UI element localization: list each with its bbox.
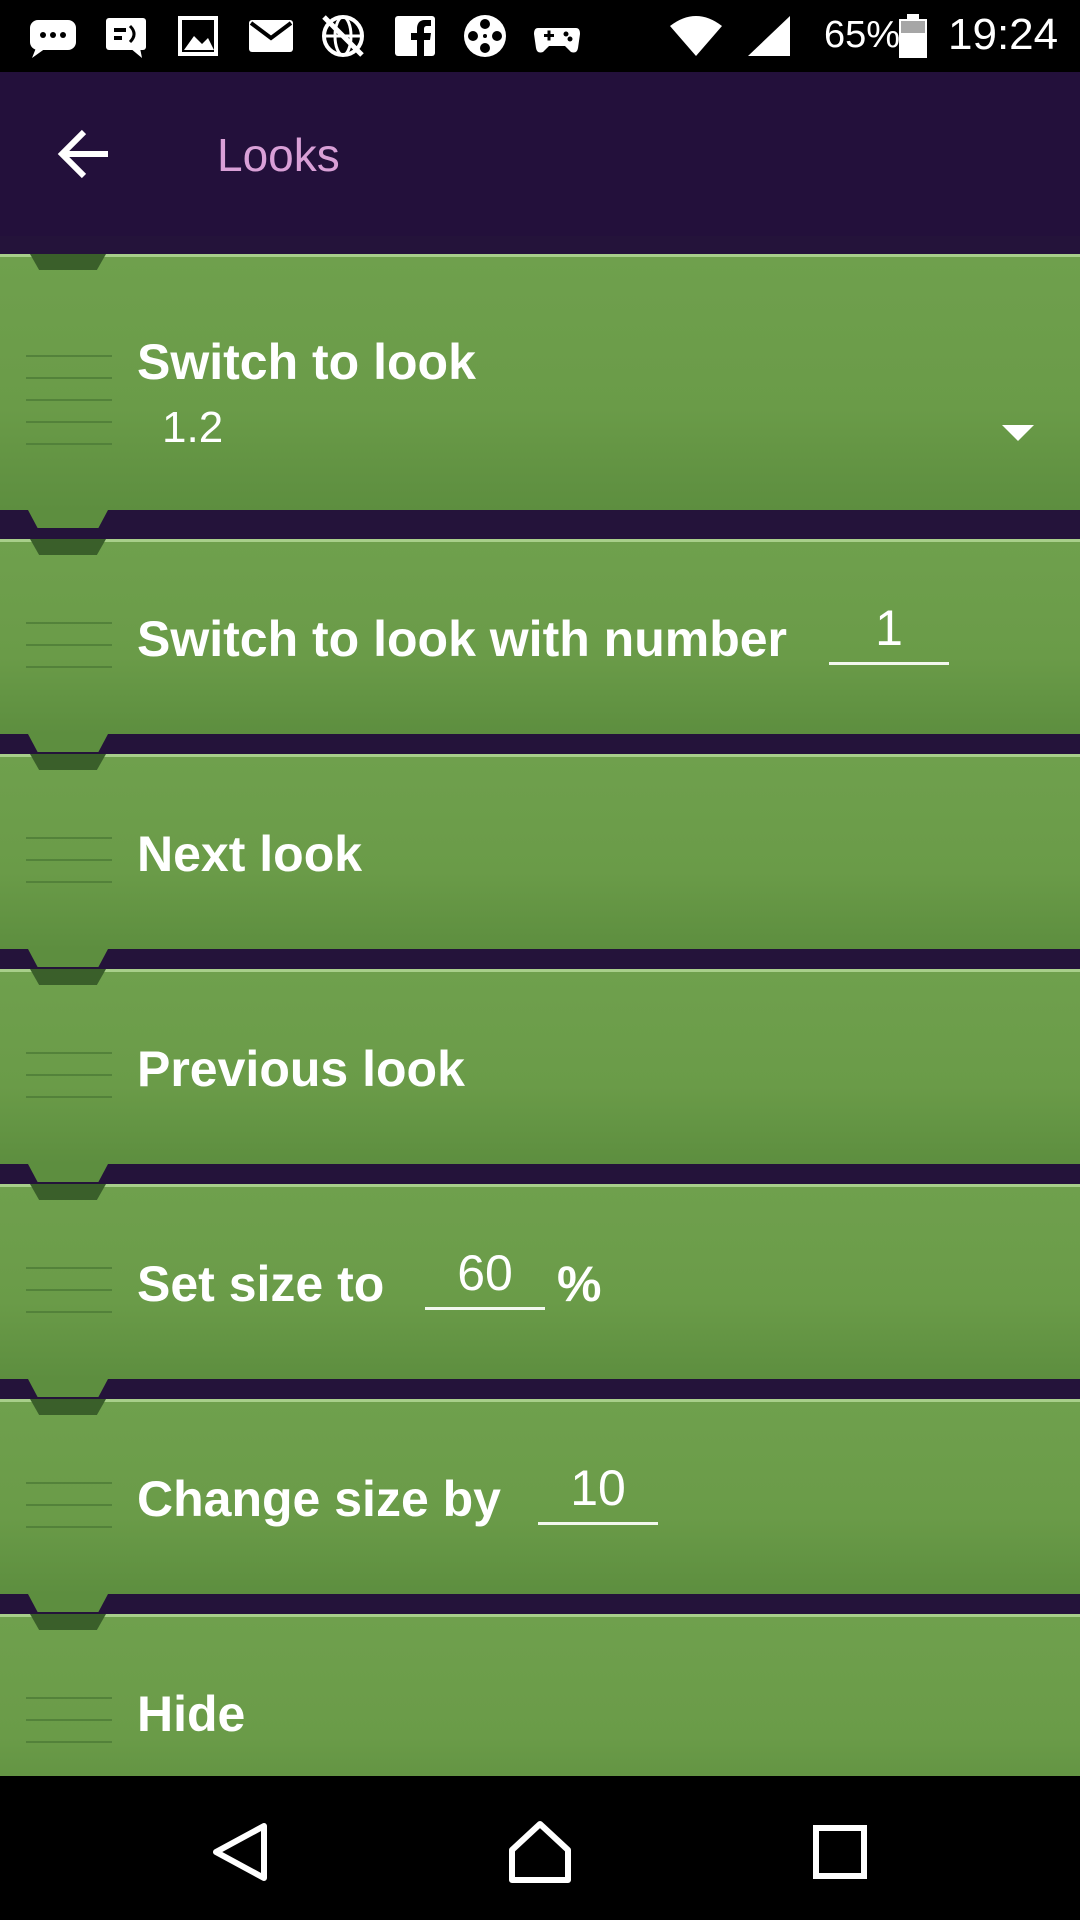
game-controller-icon <box>532 12 582 60</box>
drag-handle-icon[interactable] <box>26 1482 112 1528</box>
drag-handle-icon[interactable] <box>26 837 112 883</box>
brick-hide[interactable]: Hide <box>0 1614 1080 1776</box>
mail-icon <box>246 12 296 60</box>
percent-label: % <box>557 1256 602 1312</box>
size-change-field[interactable]: 10 <box>538 1458 658 1525</box>
chat-bubble-icon <box>28 12 78 60</box>
arrow-left-icon <box>57 129 108 179</box>
look-dropdown-value[interactable]: 1.2 <box>162 403 223 453</box>
chevron-down-icon[interactable] <box>1002 425 1034 441</box>
brick-label: Switch to look <box>137 334 476 390</box>
home-icon <box>509 1821 571 1883</box>
back-button[interactable] <box>48 118 120 190</box>
drag-handle-icon[interactable] <box>26 355 112 445</box>
page-title: Looks <box>217 129 340 181</box>
brick-label: Next look <box>137 826 363 882</box>
status-bar: 65% 19:24 <box>0 0 1080 72</box>
brick-label: Switch to look with number <box>137 611 787 667</box>
look-number-field[interactable]: 1 <box>829 598 949 665</box>
wifi-icon <box>668 12 724 60</box>
globe-off-icon <box>318 12 368 60</box>
drag-handle-icon[interactable] <box>26 622 112 668</box>
brick-next-look[interactable]: Next look <box>0 754 1080 967</box>
brick-label: Hide <box>137 1686 246 1742</box>
battery-icon <box>896 12 930 60</box>
drag-handle-icon[interactable] <box>26 1697 112 1743</box>
brick-label: Previous look <box>137 1041 465 1097</box>
nav-home-button[interactable] <box>504 1816 576 1888</box>
brick-switch-to-look[interactable]: Switch to look 1.2 <box>0 254 1080 528</box>
drag-handle-icon[interactable] <box>26 1052 112 1098</box>
size-field[interactable]: 60 <box>425 1243 545 1310</box>
clock: 19:24 <box>948 10 1059 59</box>
cell-signal-icon <box>744 12 794 60</box>
brick-switch-to-look-with-number[interactable]: Switch to look with number 1 <box>0 539 1080 752</box>
brick-set-size-to[interactable]: Set size to 60 % <box>0 1184 1080 1397</box>
square-recents-icon <box>813 1825 867 1879</box>
nav-back-button[interactable] <box>204 1816 276 1888</box>
brick-label: Set size to <box>137 1256 385 1312</box>
drag-handle-icon[interactable] <box>26 1267 112 1313</box>
film-reel-icon <box>460 12 510 60</box>
message-icon <box>102 12 152 60</box>
navigation-bar <box>0 1776 1080 1920</box>
triangle-back-icon <box>213 1823 267 1881</box>
brick-list[interactable]: Switch to look 1.2 Switch to look with n… <box>0 236 1080 1776</box>
brick-label: Change size by <box>137 1471 501 1527</box>
brick-previous-look[interactable]: Previous look <box>0 969 1080 1182</box>
brick-change-size-by[interactable]: Change size by 10 <box>0 1399 1080 1612</box>
app-bar: Looks <box>0 72 1080 236</box>
facebook-icon <box>390 12 440 60</box>
battery-percentage: 65% <box>824 14 901 56</box>
image-icon <box>174 12 224 60</box>
nav-recents-button[interactable] <box>804 1816 876 1888</box>
